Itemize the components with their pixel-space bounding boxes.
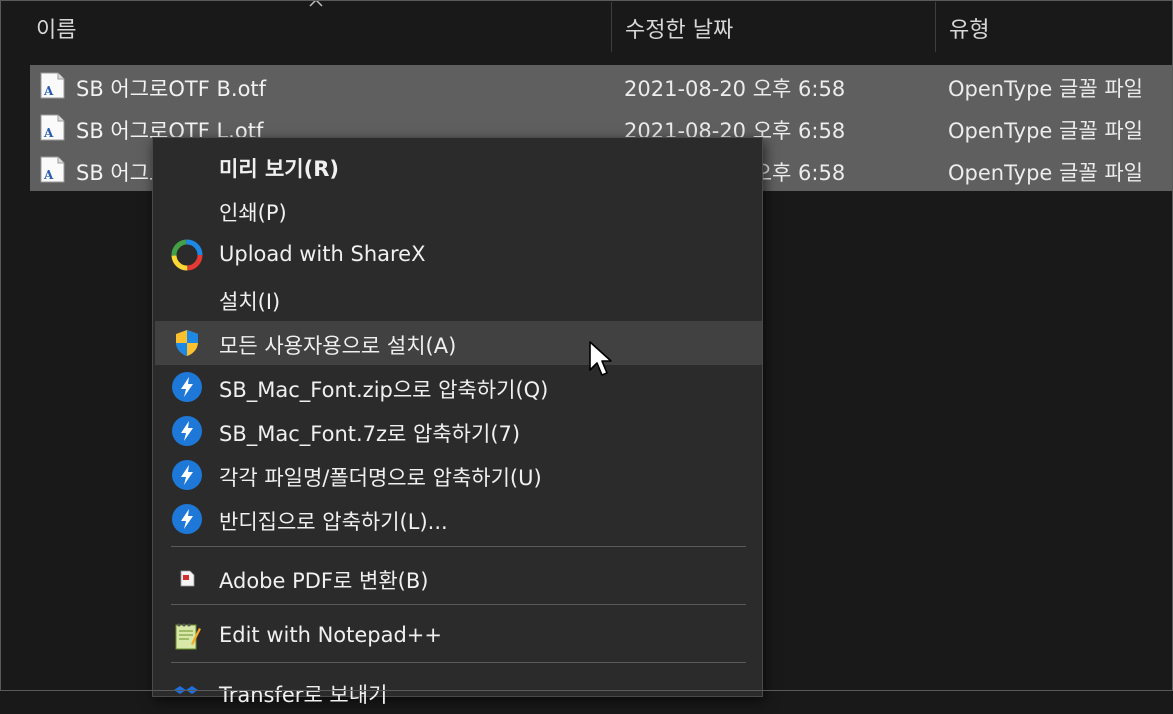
file-name: SB 어그로OTF B.otf bbox=[76, 77, 267, 101]
bandizip-icon bbox=[172, 416, 202, 446]
menu-item-install[interactable]: 설치(I) bbox=[153, 277, 762, 321]
file-row[interactable]: A SB 어그로OTF B.otf 2021-08-20 오후 6:58 Ope… bbox=[30, 65, 1173, 107]
menu-item-zip[interactable]: SB_Mac_Font.zip으로 압축하기(Q) bbox=[153, 365, 762, 409]
font-file-icon: A bbox=[40, 114, 65, 141]
menu-item-print[interactable]: 인쇄(P) bbox=[153, 188, 762, 232]
menu-item-transfer[interactable]: Transfer로 보내기 bbox=[153, 670, 762, 714]
font-file-icon: A bbox=[40, 72, 65, 99]
column-header-type[interactable]: 유형 bbox=[949, 12, 989, 44]
menu-separator bbox=[171, 662, 746, 663]
menu-separator bbox=[171, 546, 746, 547]
menu-item-label: 반디집으로 압축하기(L)... bbox=[219, 510, 448, 534]
menu-item-label: Transfer로 보내기 bbox=[219, 683, 388, 707]
dropbox-transfer-icon bbox=[174, 686, 198, 694]
menu-item-label: 미리 보기(R) bbox=[219, 157, 339, 181]
sharex-icon bbox=[171, 239, 203, 271]
adobe-pdf-icon bbox=[180, 570, 195, 587]
menu-separator bbox=[171, 604, 746, 605]
column-divider[interactable] bbox=[611, 2, 612, 52]
notepadpp-icon bbox=[175, 623, 201, 650]
file-type: OpenType 글꼴 파일 bbox=[948, 119, 1143, 143]
bandizip-icon bbox=[172, 372, 202, 402]
file-type: OpenType 글꼴 파일 bbox=[948, 161, 1143, 185]
menu-item-label: 인쇄(P) bbox=[219, 201, 287, 225]
menu-item-compress-each[interactable]: 각각 파일명/폴더명으로 압축하기(U) bbox=[153, 453, 762, 497]
menu-item-bandizip[interactable]: 반디집으로 압축하기(L)... bbox=[153, 497, 762, 541]
mouse-pointer-icon bbox=[589, 341, 612, 376]
column-divider[interactable] bbox=[935, 2, 936, 52]
svg-text:A: A bbox=[43, 126, 54, 140]
menu-item-label: 설치(I) bbox=[219, 290, 281, 314]
menu-item-sharex[interactable]: Upload with ShareX bbox=[153, 233, 762, 277]
sort-ascending-icon bbox=[309, 0, 323, 7]
menu-item-install-all-users[interactable]: 모든 사용자용으로 설치(A) bbox=[155, 321, 762, 365]
menu-item-adobe-pdf[interactable]: Adobe PDF로 변환(B) bbox=[153, 556, 762, 600]
menu-item-label: 각각 파일명/폴더명으로 압축하기(U) bbox=[219, 466, 542, 490]
column-header-name[interactable]: 이름 bbox=[36, 12, 76, 44]
menu-item-label: Adobe PDF로 변환(B) bbox=[219, 569, 429, 593]
menu-item-label: Edit with Notepad++ bbox=[219, 623, 443, 647]
context-menu: 미리 보기(R) 인쇄(P) Upload with ShareX 설치(I) … bbox=[152, 137, 763, 707]
menu-item-preview[interactable]: 미리 보기(R) bbox=[153, 144, 762, 188]
column-header-date[interactable]: 수정한 날짜 bbox=[625, 12, 733, 44]
uac-shield-icon bbox=[176, 330, 198, 356]
bandizip-icon bbox=[172, 504, 202, 534]
font-file-icon: A bbox=[40, 156, 65, 183]
bandizip-icon bbox=[172, 460, 202, 490]
menu-item-7z[interactable]: SB_Mac_Font.7z로 압축하기(7) bbox=[153, 409, 762, 453]
svg-text:A: A bbox=[43, 84, 54, 98]
menu-item-notepadpp[interactable]: Edit with Notepad++ bbox=[153, 614, 762, 658]
menu-item-label: SB_Mac_Font.zip으로 압축하기(Q) bbox=[219, 378, 549, 402]
menu-item-label: SB_Mac_Font.7z로 압축하기(7) bbox=[219, 422, 521, 446]
file-type: OpenType 글꼴 파일 bbox=[948, 77, 1143, 101]
column-header-bar: 이름 수정한 날짜 유형 bbox=[0, 0, 1173, 52]
menu-item-label: Upload with ShareX bbox=[219, 242, 426, 266]
menu-item-label: 모든 사용자용으로 설치(A) bbox=[219, 334, 457, 358]
file-date: 2021-08-20 오후 6:58 bbox=[624, 77, 846, 101]
svg-text:A: A bbox=[43, 168, 54, 182]
